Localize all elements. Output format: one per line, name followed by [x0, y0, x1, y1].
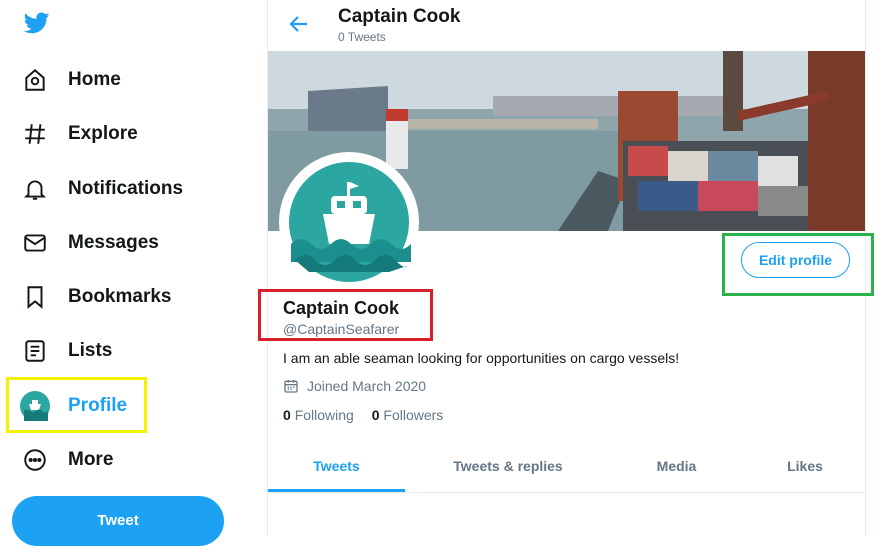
nav-item-more[interactable]: More: [20, 440, 113, 480]
nav-label-explore: Explore: [68, 123, 138, 144]
nav-label-more: More: [68, 449, 114, 470]
tab-likes[interactable]: Likes: [750, 444, 860, 492]
ship-logo-icon: [289, 162, 411, 282]
nav-label-home: Home: [68, 69, 121, 90]
followers-link[interactable]: 0 Followers: [372, 407, 444, 423]
highlight-yellow-box: [6, 377, 147, 433]
followers-count: 0: [371, 407, 380, 423]
nav-item-messages[interactable]: Messages: [20, 223, 159, 263]
nav-item-bookmarks[interactable]: Bookmarks: [20, 277, 172, 317]
nav-item-explore[interactable]: Explore: [20, 114, 138, 154]
home-icon: [20, 65, 50, 95]
bell-icon: [20, 174, 50, 204]
nav-label-bookmarks: Bookmarks: [68, 286, 172, 307]
highlight-red-box: [258, 289, 433, 341]
calendar-icon: [284, 380, 298, 393]
twitter-logo-icon[interactable]: [22, 10, 52, 36]
tabs-divider: [268, 492, 865, 493]
bookmark-icon: [20, 282, 50, 312]
envelope-icon: [20, 228, 50, 258]
nav-label-lists: Lists: [68, 340, 113, 361]
more-icon: [20, 445, 50, 475]
list-icon: [20, 336, 50, 366]
profile-bio: I am an able seaman looking for opportun…: [283, 350, 680, 366]
nav-item-lists[interactable]: Lists: [20, 331, 112, 371]
follow-stats: 0 Following 0 Followers: [283, 407, 443, 423]
nav-item-notifications[interactable]: Notifications: [20, 169, 183, 209]
hashtag-icon: [20, 119, 50, 149]
nav-item-home[interactable]: Home: [20, 60, 121, 100]
following-count: 0: [283, 407, 291, 423]
nav-label-notifications: Notifications: [68, 178, 184, 199]
tweet-button[interactable]: Tweet: [12, 496, 224, 546]
tab-media[interactable]: Media: [615, 444, 738, 492]
tweet-count: 0 Tweets: [338, 30, 386, 44]
nav-label-messages: Messages: [68, 232, 159, 253]
back-arrow-icon[interactable]: [287, 12, 311, 36]
following-link[interactable]: 0 Following: [283, 407, 354, 423]
joined-date: Joined March 2020: [283, 378, 426, 394]
following-label: Following: [294, 407, 354, 423]
tab-tweets-replies[interactable]: Tweets & replies: [420, 444, 596, 492]
highlight-green-box: [722, 233, 874, 296]
header-title: Captain Cook: [338, 6, 461, 27]
joined-text: Joined March 2020: [307, 378, 427, 394]
followers-label: Followers: [383, 407, 444, 423]
profile-avatar[interactable]: [279, 152, 419, 292]
tab-tweets[interactable]: Tweets: [268, 444, 405, 492]
